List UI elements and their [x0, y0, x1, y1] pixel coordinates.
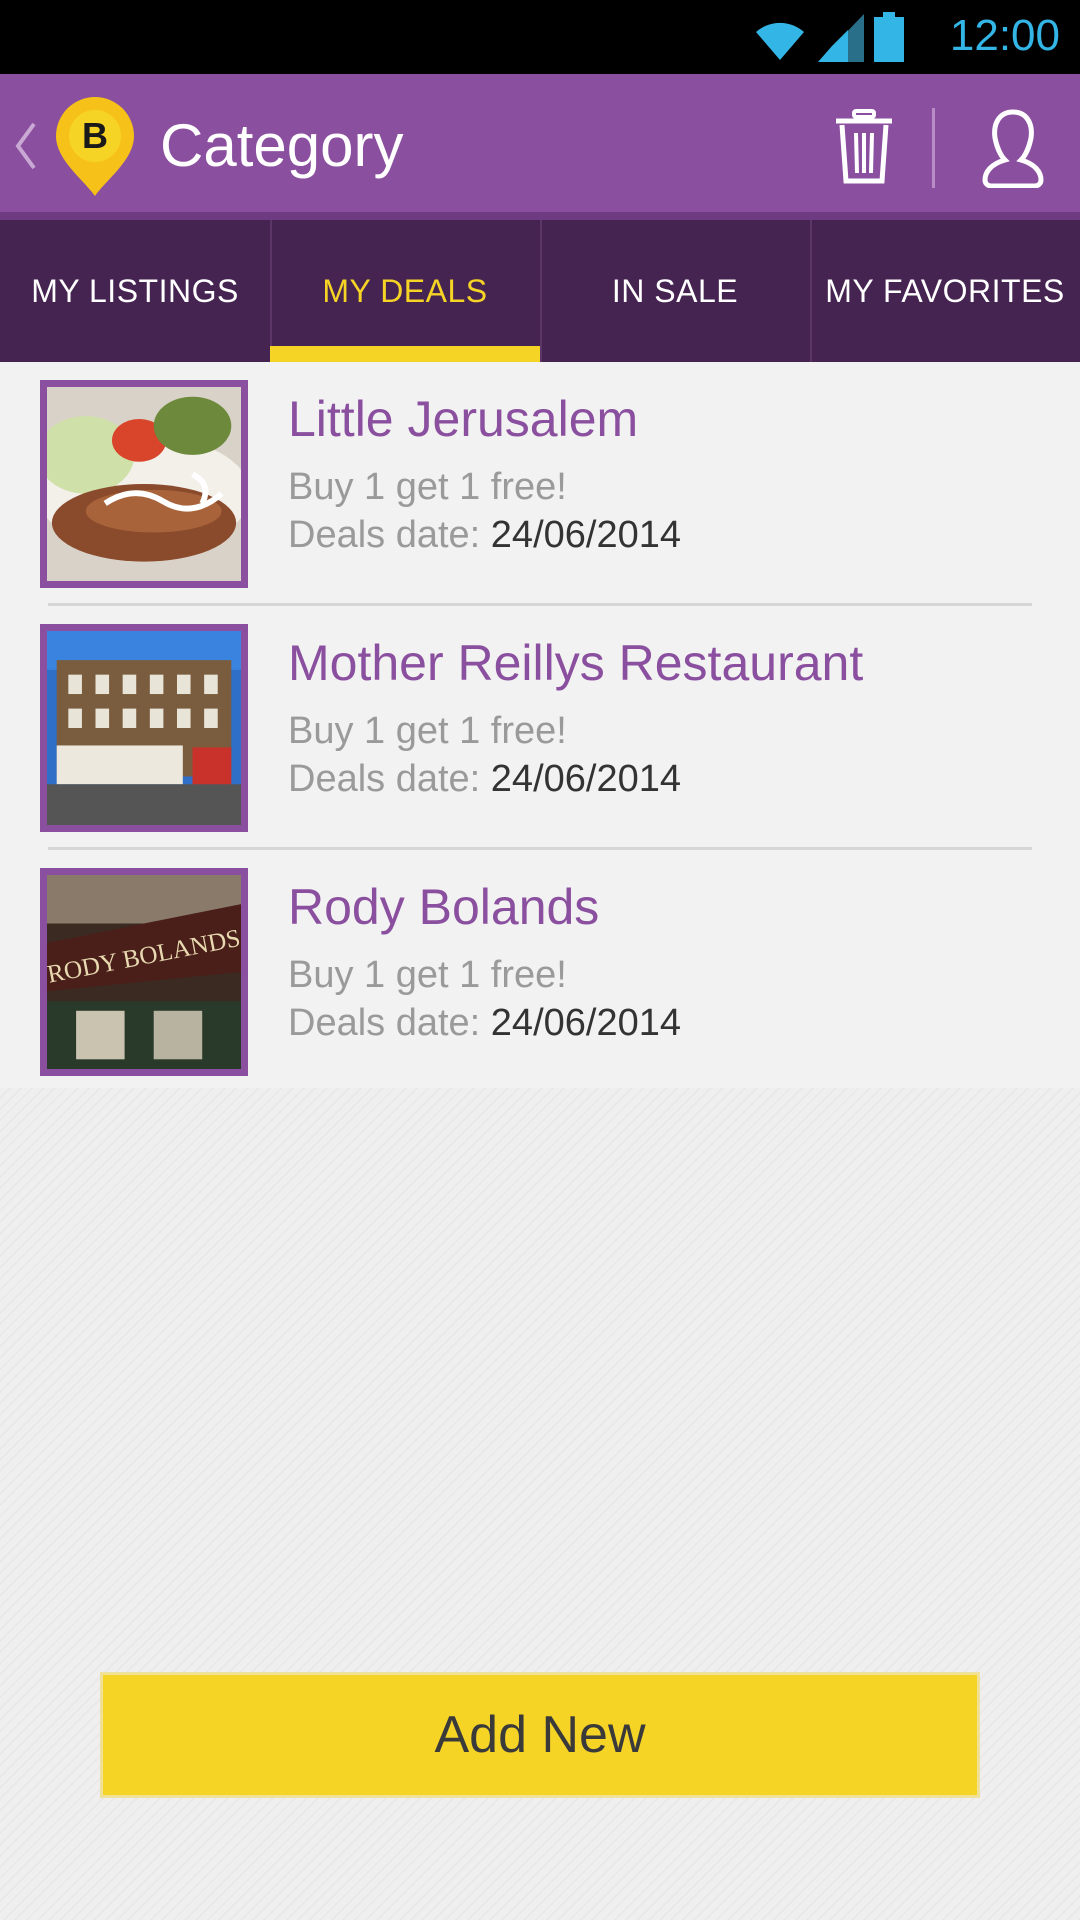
tab-my-listings[interactable]: MY LISTINGS — [0, 220, 270, 362]
deal-date: Deals date: 24/06/2014 — [288, 1002, 681, 1045]
deal-date-value: 24/06/2014 — [490, 1002, 681, 1044]
delete-button[interactable] — [824, 102, 904, 192]
tab-in-sale[interactable]: IN SALE — [540, 220, 810, 362]
deal-date-value: 24/06/2014 — [490, 514, 681, 556]
deal-date-label: Deals date: — [288, 1002, 481, 1044]
deal-thumbnail — [40, 624, 248, 832]
status-icons — [752, 12, 904, 62]
page-title: Category — [160, 112, 404, 179]
deal-date-value: 24/06/2014 — [490, 758, 681, 800]
trash-icon — [836, 109, 892, 184]
battery-icon — [874, 12, 904, 62]
list-item[interactable]: RODY BOLANDS Rody Bolands Buy 1 get 1 fr… — [0, 850, 1080, 1093]
deals-list: Little Jerusalem Buy 1 get 1 free! Deals… — [0, 362, 1080, 1093]
add-new-button[interactable]: Add New — [100, 1672, 980, 1798]
deal-title: Mother Reillys Restaurant — [288, 635, 864, 691]
logo-letter: B — [82, 115, 108, 156]
tab-bar: MY LISTINGS MY DEALS IN SALE MY FAVORITE… — [0, 220, 1080, 362]
status-bar: 12:00 — [0, 0, 1080, 74]
profile-button[interactable] — [968, 100, 1058, 196]
tab-my-deals[interactable]: MY DEALS — [270, 220, 540, 362]
deal-offer: Buy 1 get 1 free! — [288, 466, 567, 508]
deal-offer: Buy 1 get 1 free! — [288, 710, 567, 752]
deal-thumbnail: RODY BOLANDS — [40, 868, 248, 1076]
deal-title: Little Jerusalem — [288, 391, 639, 447]
signal-icon — [818, 14, 864, 62]
deal-thumbnail — [40, 380, 248, 588]
deal-date: Deals date: 24/06/2014 — [288, 758, 681, 801]
deal-title: Rody Bolands — [288, 879, 600, 935]
action-bar-divider — [932, 108, 935, 188]
list-item[interactable]: Mother Reillys Restaurant Buy 1 get 1 fr… — [0, 606, 1080, 850]
action-bar: B Category — [0, 74, 1080, 214]
action-bar-shadow — [0, 212, 1080, 220]
user-icon — [982, 109, 1044, 188]
wifi-icon — [756, 22, 804, 60]
deal-offer: Buy 1 get 1 free! — [288, 954, 567, 996]
list-item[interactable]: Little Jerusalem Buy 1 get 1 free! Deals… — [0, 362, 1080, 606]
deal-date: Deals date: 24/06/2014 — [288, 514, 681, 557]
deal-date-label: Deals date: — [288, 514, 481, 556]
deal-date-label: Deals date: — [288, 758, 481, 800]
back-chevron-icon[interactable] — [12, 118, 40, 174]
clock: 12:00 — [949, 11, 1060, 60]
app-logo[interactable]: B — [54, 96, 136, 198]
tab-my-favorites[interactable]: MY FAVORITES — [810, 220, 1080, 362]
